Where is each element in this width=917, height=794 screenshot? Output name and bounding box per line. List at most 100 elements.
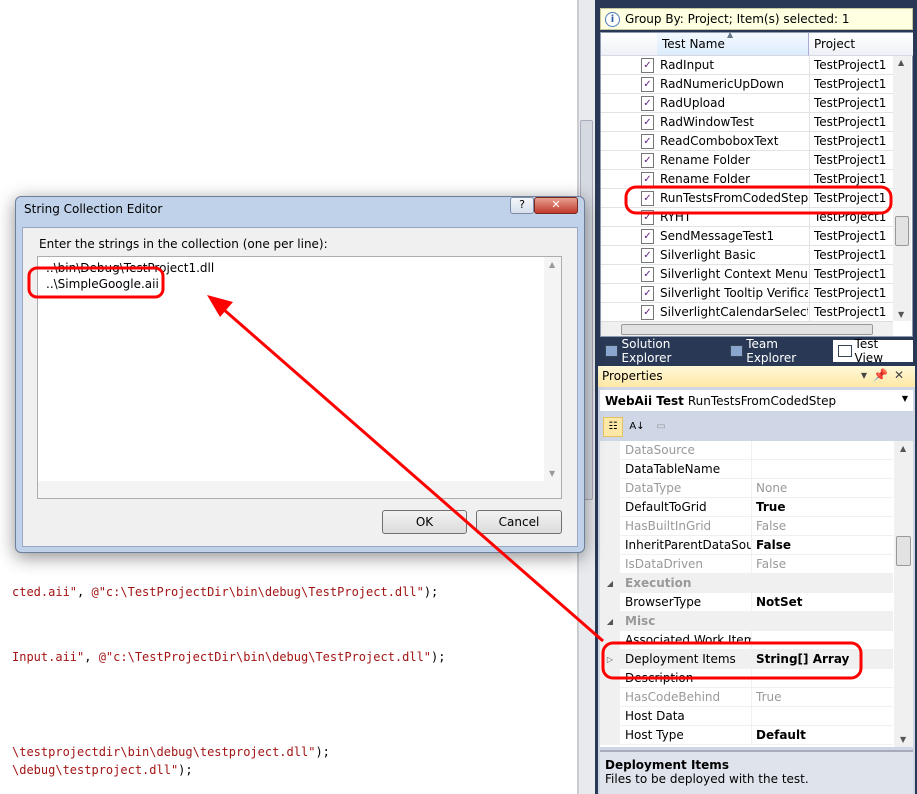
property-row[interactable]: Host Data bbox=[600, 707, 893, 726]
property-value[interactable]: False bbox=[751, 536, 893, 555]
property-row[interactable]: DataType None bbox=[600, 479, 893, 498]
test-row[interactable]: ✓ SilverlightCalendarSelectionTestProject… bbox=[601, 303, 893, 322]
property-description: Deployment Items Files to be deployed wit… bbox=[600, 750, 913, 794]
textarea-scrollbar[interactable]: ▲ ▼ bbox=[544, 257, 561, 481]
property-grid-scrollbar[interactable]: ▲ ▼ bbox=[894, 441, 913, 747]
row-gutter bbox=[600, 593, 620, 612]
categorized-icon[interactable]: ☷ bbox=[603, 416, 623, 437]
ok-button[interactable]: OK bbox=[382, 510, 467, 534]
strings-textarea[interactable]: ..\bin\Debug\TestProject1.dll ..\SimpleGo… bbox=[37, 256, 562, 499]
test-icon: ✓ bbox=[641, 229, 654, 244]
property-value[interactable] bbox=[751, 631, 893, 650]
help-button[interactable]: ? bbox=[510, 197, 534, 214]
test-name: RadNumericUpDown bbox=[660, 77, 784, 91]
property-value[interactable]: True bbox=[751, 688, 893, 707]
property-value[interactable] bbox=[751, 441, 893, 460]
test-project: TestProject1 bbox=[809, 94, 893, 113]
test-name: ReadComboboxText bbox=[660, 134, 779, 148]
test-row[interactable]: ✓ Silverlight Context Menu TestProject1 bbox=[601, 265, 893, 284]
test-project: TestProject1 bbox=[809, 284, 893, 303]
property-name: Misc bbox=[625, 614, 656, 628]
test-name: SendMessageTest1 bbox=[660, 229, 775, 243]
test-project: TestProject1 bbox=[809, 75, 893, 94]
property-row[interactable]: DataTableName bbox=[600, 460, 893, 479]
cancel-button[interactable]: Cancel bbox=[476, 510, 562, 534]
property-value[interactable]: True bbox=[751, 498, 893, 517]
property-row[interactable]: HasCodeBehind True bbox=[600, 688, 893, 707]
tab-team-explorer[interactable]: Team Explorer bbox=[725, 337, 833, 365]
column-header-check[interactable] bbox=[601, 33, 657, 56]
property-row[interactable]: HasBuiltInGrid False bbox=[600, 517, 893, 536]
property-row[interactable]: DefaultToGrid True bbox=[600, 498, 893, 517]
solution-explorer-icon bbox=[605, 345, 619, 357]
test-list[interactable]: Test Name ▲ Project ✓ RadInput TestProject1… bbox=[600, 30, 913, 337]
test-row[interactable]: ✓ RYHT TestProject1 bbox=[601, 208, 893, 227]
property-value[interactable] bbox=[751, 707, 893, 726]
dropdown-icon[interactable]: ▾ bbox=[861, 368, 873, 382]
property-value[interactable]: False bbox=[751, 555, 893, 574]
property-row[interactable]: DataSource bbox=[600, 441, 893, 460]
textarea-hscrollbar[interactable] bbox=[38, 481, 561, 498]
property-category[interactable]: ◢ Execution bbox=[600, 574, 893, 593]
row-gutter bbox=[600, 517, 620, 536]
property-value[interactable] bbox=[751, 460, 893, 479]
property-value[interactable]: NotSet bbox=[751, 593, 893, 612]
property-row[interactable]: Host Type Default bbox=[600, 726, 893, 745]
property-row[interactable]: IsDataDriven False bbox=[600, 555, 893, 574]
code-line: Input.aii", @"c:\TestProjectDir\bin\debu… bbox=[12, 650, 446, 664]
test-project: TestProject1 bbox=[809, 113, 893, 132]
test-list-scrollbar[interactable]: ▲ ▼ bbox=[893, 56, 911, 321]
test-icon: ✓ bbox=[641, 58, 654, 73]
test-project: TestProject1 bbox=[809, 265, 893, 284]
test-row[interactable]: ✓ ReadComboboxText TestProject1 bbox=[601, 132, 893, 151]
test-row[interactable]: ✓ RadInput TestProject1 bbox=[601, 56, 893, 75]
alphabetical-sort-icon[interactable]: A↓ bbox=[627, 417, 647, 437]
property-name: Host Data bbox=[625, 709, 685, 723]
test-project: TestProject1 bbox=[809, 189, 893, 208]
string-line: ..\bin\Debug\TestProject1.dll bbox=[46, 261, 215, 275]
test-icon: ✓ bbox=[641, 96, 654, 111]
property-name: HasBuiltInGrid bbox=[625, 519, 712, 533]
property-row[interactable]: Associated Work Items bbox=[600, 631, 893, 650]
test-row[interactable]: ✓ RadUpload TestProject1 bbox=[601, 94, 893, 113]
test-icon: ✓ bbox=[641, 172, 654, 187]
row-gutter bbox=[600, 707, 620, 726]
test-row[interactable]: ✓ Rename Folder TestProject1 bbox=[601, 170, 893, 189]
expander-icon[interactable]: ◢ bbox=[600, 574, 620, 593]
dialog-close-button[interactable]: ✕ bbox=[534, 197, 578, 214]
property-category[interactable]: ◢ Misc bbox=[600, 612, 893, 631]
tab-test-view[interactable]: Test View bbox=[833, 337, 913, 365]
row-gutter bbox=[600, 498, 620, 517]
property-grid[interactable]: DataSource DataTableName DataType None Defau… bbox=[600, 441, 913, 747]
property-row[interactable]: Description bbox=[600, 669, 893, 688]
property-value[interactable]: String[] Array bbox=[751, 650, 893, 669]
test-row[interactable]: ✓ Silverlight Basic TestProject1 bbox=[601, 246, 893, 265]
test-row[interactable]: ✓ Silverlight Tooltip VerificationTestPro… bbox=[601, 284, 893, 303]
close-icon[interactable]: ✕ bbox=[894, 368, 910, 382]
test-row[interactable]: ✓ RadWindowTest TestProject1 bbox=[601, 113, 893, 132]
chevron-down-icon[interactable]: ▼ bbox=[902, 394, 908, 403]
property-pages-icon[interactable]: ▭ bbox=[651, 417, 671, 437]
test-row[interactable]: ✓ Rename Folder TestProject1 bbox=[601, 151, 893, 170]
expander-icon[interactable]: ◢ bbox=[600, 612, 620, 631]
test-project: TestProject1 bbox=[809, 208, 893, 227]
test-row[interactable]: ✓ RunTestsFromCodedStep TestProject1 bbox=[601, 189, 893, 208]
panel-tabs: Solution Explorer Team Explorer Test Vie… bbox=[600, 337, 913, 365]
property-value[interactable]: None bbox=[751, 479, 893, 498]
object-selector[interactable]: WebAii Test RunTestsFromCodedStep ▼ bbox=[600, 390, 913, 411]
pin-icon[interactable]: 📌 bbox=[873, 368, 894, 382]
column-header-project[interactable]: Project bbox=[809, 33, 913, 56]
property-row[interactable]: BrowserType NotSet bbox=[600, 593, 893, 612]
test-list-hscrollbar[interactable] bbox=[601, 321, 893, 336]
property-row[interactable]: ▷ Deployment Items String[] Array bbox=[600, 650, 893, 669]
expander-icon[interactable]: ▷ bbox=[600, 650, 620, 669]
property-row[interactable]: InheritParentDataSourceFalse bbox=[600, 536, 893, 555]
tab-solution-explorer[interactable]: Solution Explorer bbox=[600, 337, 725, 365]
test-row[interactable]: ✓ RadNumericUpDown TestProject1 bbox=[601, 75, 893, 94]
property-value[interactable]: False bbox=[751, 517, 893, 536]
test-project: TestProject1 bbox=[809, 303, 893, 322]
column-header-test-name[interactable]: Test Name ▲ bbox=[657, 30, 809, 56]
property-value[interactable]: Default bbox=[751, 726, 893, 745]
test-row[interactable]: ✓ SendMessageTest1 TestProject1 bbox=[601, 227, 893, 246]
property-value[interactable] bbox=[751, 669, 893, 688]
